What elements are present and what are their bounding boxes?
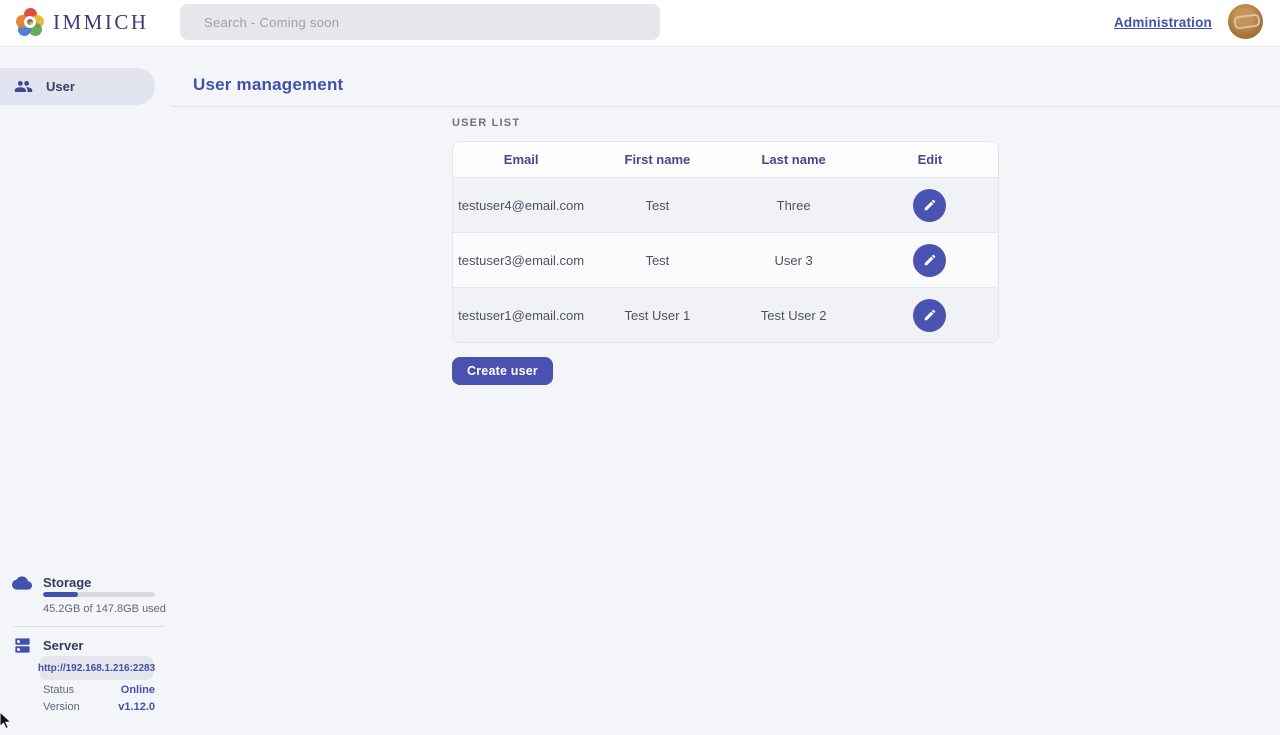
immich-logo-icon <box>16 8 44 36</box>
server-title: Server <box>43 638 83 653</box>
user-avatar[interactable] <box>1228 4 1263 39</box>
cell-last-name: Three <box>726 198 862 213</box>
edit-user-button[interactable] <box>913 189 946 222</box>
immich-admin-page: IMMICH Administration User User manageme… <box>0 0 1280 730</box>
table-header-row: Email First name Last name Edit <box>453 142 998 177</box>
pencil-icon <box>923 308 937 322</box>
cloud-icon <box>12 573 32 593</box>
users-icon <box>14 77 33 96</box>
cell-email: testuser1@email.com <box>453 308 589 323</box>
pencil-icon <box>923 253 937 267</box>
page-title: User management <box>193 75 343 95</box>
table-row: testuser4@email.com Test Three <box>453 177 998 232</box>
storage-progress-bar <box>43 592 155 597</box>
header-divider <box>171 106 1280 107</box>
cell-first-name: Test <box>589 198 725 213</box>
table-row: testuser3@email.com Test User 3 <box>453 232 998 287</box>
storage-usage-text: 45.2GB of 147.8GB used <box>43 603 166 615</box>
column-header-email: Email <box>453 152 589 167</box>
cell-email: testuser4@email.com <box>453 198 589 213</box>
cell-last-name: User 3 <box>726 253 862 268</box>
status-label: Status <box>43 684 74 696</box>
brand-name: IMMICH <box>53 10 149 35</box>
top-bar: IMMICH Administration <box>0 0 1280 47</box>
edit-user-button[interactable] <box>913 244 946 277</box>
user-table: Email First name Last name Edit testuser… <box>452 141 999 343</box>
version-label: Version <box>43 701 80 713</box>
user-list-label: USER LIST <box>452 117 520 129</box>
mouse-cursor <box>0 711 15 735</box>
version-value: v1.12.0 <box>118 701 155 713</box>
pencil-icon <box>923 198 937 212</box>
column-header-last-name: Last name <box>726 152 862 167</box>
create-user-button[interactable]: Create user <box>452 357 553 385</box>
brand[interactable]: IMMICH <box>16 8 149 36</box>
sidebar-divider <box>14 626 164 627</box>
cell-first-name: Test <box>589 253 725 268</box>
administration-link[interactable]: Administration <box>1114 15 1212 30</box>
column-header-first-name: First name <box>589 152 725 167</box>
sidebar-item-label: User <box>46 79 75 94</box>
storage-progress-fill <box>43 592 78 597</box>
server-icon <box>13 636 32 655</box>
table-row: testuser1@email.com Test User 1 Test Use… <box>453 287 998 342</box>
status-value: Online <box>121 684 155 696</box>
storage-title: Storage <box>43 575 91 590</box>
search-input[interactable] <box>180 4 660 40</box>
server-status-row: Status Online <box>43 684 155 696</box>
column-header-edit: Edit <box>862 152 998 167</box>
cell-first-name: Test User 1 <box>589 308 725 323</box>
cell-last-name: Test User 2 <box>726 308 862 323</box>
cell-email: testuser3@email.com <box>453 253 589 268</box>
server-version-row: Version v1.12.0 <box>43 701 155 713</box>
server-url-chip: http://192.168.1.216:2283 <box>40 656 153 680</box>
edit-user-button[interactable] <box>913 299 946 332</box>
sidebar-item-user[interactable]: User <box>0 68 155 105</box>
